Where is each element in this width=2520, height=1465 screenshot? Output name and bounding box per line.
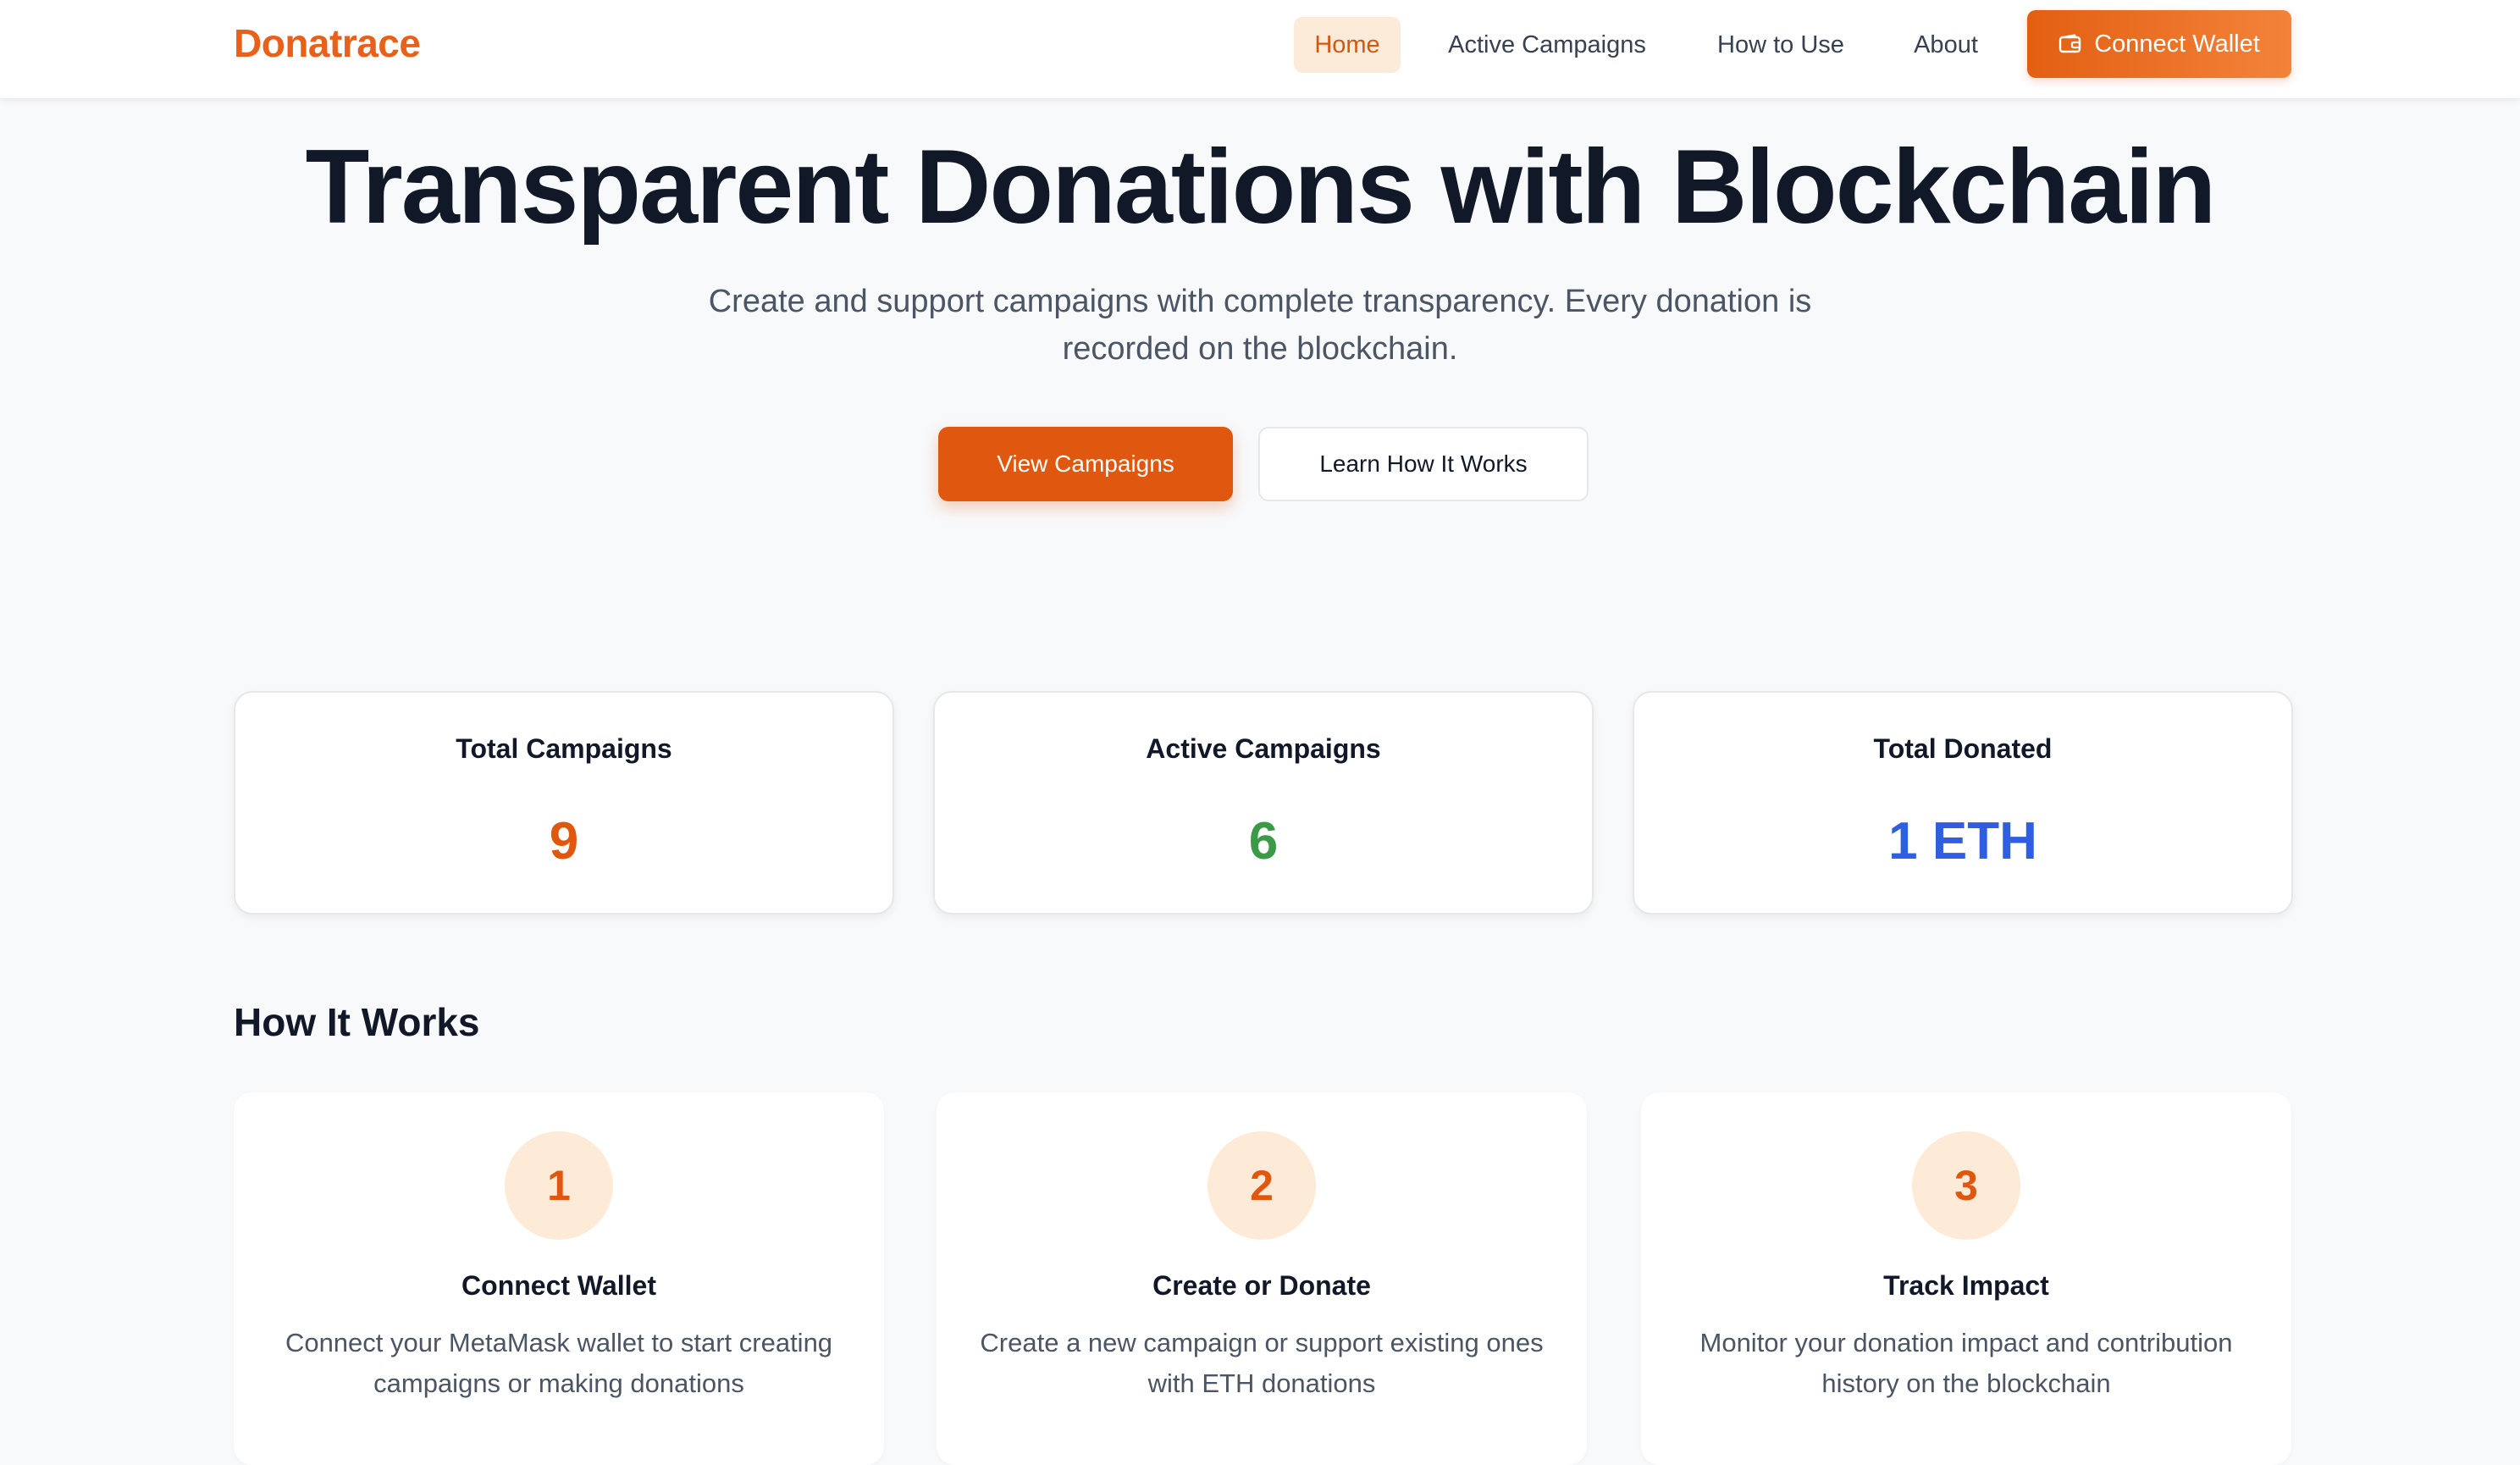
step-card-create-or-donate: 2 Create or Donate Create a new campaign…	[937, 1092, 1587, 1465]
nav-item-active-campaigns[interactable]: Active Campaigns	[1428, 17, 1666, 73]
stat-card-active-campaigns: Active Campaigns 6	[933, 691, 1594, 915]
learn-how-it-works-button[interactable]: Learn How It Works	[1258, 427, 1589, 501]
step-description: Monitor your donation impact and contrib…	[1699, 1328, 2233, 1398]
stat-value: 6	[1248, 812, 1279, 871]
hero-subtitle: Create and support campaigns with comple…	[708, 284, 1812, 367]
top-navbar: Donatrace Home Active Campaigns How to U…	[0, 0, 2520, 98]
nav-item-how-to-use[interactable]: How to Use	[1694, 17, 1868, 73]
nav-item-about[interactable]: About	[1895, 17, 1997, 73]
step-card-connect-wallet: 1 Connect Wallet Connect your MetaMask w…	[234, 1092, 884, 1465]
connect-wallet-button[interactable]: Connect Wallet	[2027, 10, 2291, 78]
wallet-icon	[2059, 34, 2081, 53]
step-number-badge: 2	[1208, 1131, 1316, 1240]
stat-label: Active Campaigns	[1146, 733, 1381, 764]
step-number-badge: 3	[1912, 1131, 2020, 1240]
step-card-track-impact: 3 Track Impact Monitor your donation imp…	[1641, 1092, 2291, 1465]
stat-label: Total Campaigns	[456, 733, 672, 764]
step-title: Track Impact	[1883, 1270, 2049, 1301]
step-description: Create a new campaign or support existin…	[980, 1328, 1544, 1398]
stat-value: 9	[549, 812, 579, 871]
step-title: Create or Donate	[1152, 1270, 1371, 1301]
view-campaigns-button[interactable]: View Campaigns	[938, 427, 1233, 501]
stat-card-total-campaigns: Total Campaigns 9	[234, 691, 894, 915]
step-number-badge: 1	[505, 1131, 613, 1240]
stat-card-total-donated: Total Donated 1 ETH	[1633, 691, 2293, 915]
hero-title: Transparent Donations with Blockchain	[305, 129, 2217, 246]
step-description: Connect your MetaMask wallet to start cr…	[285, 1328, 833, 1398]
nav-item-home[interactable]: Home	[1294, 17, 1401, 73]
stat-value: 1 ETH	[1888, 812, 2037, 871]
connect-wallet-label: Connect Wallet	[2094, 30, 2260, 58]
step-title: Connect Wallet	[461, 1270, 656, 1301]
how-it-works-heading: How It Works	[234, 1000, 480, 1044]
stat-label: Total Donated	[1873, 733, 2053, 764]
brand-logo[interactable]: Donatrace	[234, 20, 421, 66]
